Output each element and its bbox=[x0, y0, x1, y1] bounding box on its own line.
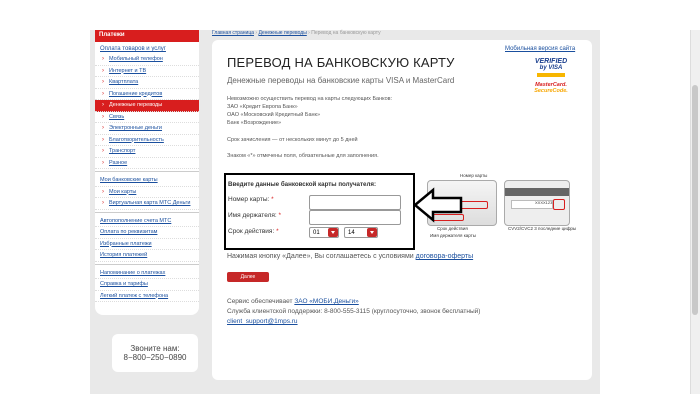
sidebar-item-communication[interactable]: › Связь bbox=[95, 112, 199, 123]
card-holder-caption: Имя держателя карты bbox=[430, 233, 477, 238]
sidebar-item-transport[interactable]: › Транспорт bbox=[95, 146, 199, 158]
sidebar-item-e-money[interactable]: › Электронные деньги bbox=[95, 123, 199, 135]
call-us-box: Звоните нам: 8−800−250−0890 bbox=[112, 334, 198, 372]
sidebar-section-payments[interactable]: Оплата товаров и услуг bbox=[95, 42, 199, 54]
sidebar-link-easy-pay[interactable]: Легкий платеж с телефона bbox=[95, 291, 199, 302]
card-number-caption: Номер карты bbox=[460, 173, 488, 178]
form-heading: Введите данные банковской карты получате… bbox=[228, 181, 377, 188]
sidebar-item-rent[interactable]: › Квартплата bbox=[95, 77, 199, 89]
verified-by-visa-logo: VERIFIED by VISA bbox=[533, 58, 569, 82]
service-provider-link[interactable]: ЗАО «МОБИ.Деньги» bbox=[294, 298, 358, 305]
next-button[interactable]: Далее bbox=[227, 272, 269, 282]
sidebar-item-transfers[interactable]: › Денежные переводы bbox=[95, 100, 199, 112]
card-back-image: ХХХХ123 bbox=[504, 180, 570, 226]
sidebar: Платежи Оплата товаров и услуг › Мобильны… bbox=[95, 30, 199, 315]
call-label: Звоните нам: bbox=[130, 344, 180, 353]
page-title: ПЕРЕВОД НА БАНКОВСКУЮ КАРТУ bbox=[227, 55, 455, 70]
info-line: ОАО «Московский Кредитный Банк» bbox=[227, 112, 321, 118]
chevron-down-icon bbox=[367, 228, 377, 237]
page-subtitle: Денежные переводы на банковские карты VI… bbox=[227, 76, 455, 85]
sidebar-item-internet-tv[interactable]: › Интернет и ТВ bbox=[95, 66, 199, 77]
expiry-year-select[interactable]: 14 bbox=[344, 227, 378, 238]
card-back-code: ХХХХ123 bbox=[535, 200, 553, 205]
sidebar-cards-head[interactable]: Мои банковские карты bbox=[95, 175, 199, 187]
card-expiry-caption: Срок действия bbox=[437, 226, 468, 231]
expiry-label: Срок действия: * bbox=[228, 228, 279, 235]
sidebar-link-favorites[interactable]: Избранные платежи bbox=[95, 239, 199, 250]
arrow-left-icon bbox=[413, 187, 463, 223]
breadcrumb: Главная страница › Денежные переводы › П… bbox=[212, 30, 381, 36]
sidebar-item-charity[interactable]: › Благотворительность bbox=[95, 135, 199, 146]
mastercard-securecode-logo: MasterCard. SecureCode. bbox=[534, 82, 568, 94]
sidebar-link-reminders[interactable]: Напоминание о платежах bbox=[95, 268, 199, 279]
sidebar-link-autopay[interactable]: Автопополнение счета МТС bbox=[95, 216, 199, 227]
holder-name-label: Имя держателя: * bbox=[228, 212, 282, 219]
sidebar-item-loans[interactable]: › Погашение кредитов bbox=[95, 89, 199, 100]
sidebar-item-my-cards[interactable]: › Мои карты bbox=[95, 187, 199, 198]
breadcrumb-transfers[interactable]: Денежные переводы bbox=[258, 30, 306, 36]
sidebar-link-help[interactable]: Справка и тарифы bbox=[95, 279, 199, 291]
chevron-down-icon bbox=[328, 228, 338, 237]
support-email-line: client_support@1mps.ru bbox=[227, 318, 298, 325]
breadcrumb-home[interactable]: Главная страница bbox=[212, 30, 254, 36]
holder-name-input[interactable] bbox=[309, 210, 401, 225]
sidebar-link-requisites[interactable]: Оплата по реквизитам bbox=[95, 227, 199, 239]
sidebar-item-mobile[interactable]: › Мобильный телефон bbox=[95, 54, 199, 66]
offer-link[interactable]: договора-оферты bbox=[416, 253, 473, 260]
sidebar-top-label: Платежи bbox=[95, 30, 199, 42]
breadcrumb-current: Перевод на банковскую карту bbox=[311, 30, 381, 36]
required-note: Знаком «*» отмечены поля, обязательные д… bbox=[227, 153, 379, 159]
sidebar-item-virtual-card[interactable]: › Виртуальная карта МТС Деньги bbox=[95, 198, 199, 210]
expiry-month-select[interactable]: 01 bbox=[309, 227, 339, 238]
card-number-input[interactable] bbox=[309, 195, 401, 210]
offer-hint: Нажимая кнопку «Далее», Вы соглашаетесь … bbox=[227, 253, 474, 260]
transfer-term: Срок зачисления — от нескольких минут до… bbox=[227, 137, 358, 143]
info-line: Невозможно осуществить перевод на карты … bbox=[227, 96, 393, 102]
scrollbar-thumb[interactable] bbox=[692, 85, 698, 315]
cvv-caption: CVV2/CVC2 3 последние цифры bbox=[508, 226, 577, 231]
card-number-label: Номер карты: * bbox=[228, 196, 274, 203]
support-email-link[interactable]: client_support@1mps.ru bbox=[227, 318, 298, 325]
info-line: Банк «Возрождение» bbox=[227, 120, 282, 126]
mobile-version-link[interactable]: Мобильная версия сайта bbox=[505, 46, 575, 52]
service-line: Сервис обеспечивает ЗАО «МОБИ.Деньги» bbox=[227, 298, 359, 305]
info-line: ЗАО «Кредит Европа Банк» bbox=[227, 104, 298, 110]
call-phone: 8−800−250−0890 bbox=[123, 353, 187, 362]
sidebar-item-misc[interactable]: › Разное bbox=[95, 158, 199, 169]
support-line: Служба клиентской поддержки: 8-800-555-3… bbox=[227, 308, 481, 315]
sidebar-link-history[interactable]: История платежей bbox=[95, 250, 199, 262]
